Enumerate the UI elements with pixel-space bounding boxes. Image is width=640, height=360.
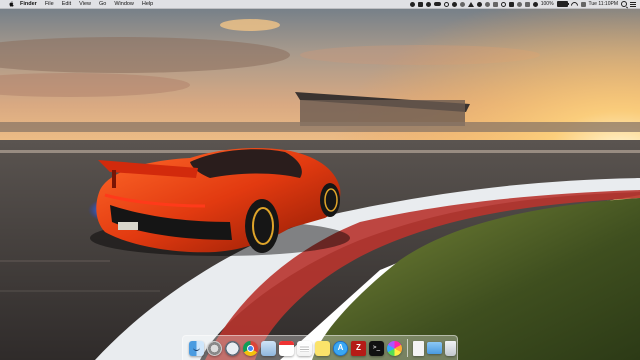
status-app-icon[interactable] [451, 1, 457, 7]
apple-menu-button[interactable] [6, 0, 16, 9]
chrome-icon[interactable] [243, 340, 258, 356]
dropbox-icon[interactable] [417, 1, 423, 7]
status-app-icon[interactable] [467, 1, 474, 7]
flag-icon[interactable] [580, 1, 586, 7]
app-menu-finder[interactable]: Finder [16, 0, 41, 9]
menu-go[interactable]: Go [95, 0, 110, 9]
status-app-icon[interactable] [459, 1, 465, 7]
battery-icon[interactable] [556, 1, 569, 7]
status-app-icon[interactable] [508, 1, 514, 7]
filezilla-glyph: Z [356, 343, 361, 352]
motion-streak [0, 260, 110, 262]
calendar-icon[interactable] [279, 340, 294, 356]
status-app-icon[interactable] [443, 1, 449, 7]
wifi-icon[interactable] [571, 2, 578, 7]
mail-icon[interactable] [261, 340, 276, 356]
volume-icon[interactable] [532, 1, 538, 7]
filezilla-icon[interactable]: Z [351, 340, 366, 356]
battery-percent[interactable]: 100% [541, 1, 554, 7]
photos-icon[interactable] [387, 340, 402, 356]
status-app-icon[interactable] [492, 1, 498, 7]
status-app-icon[interactable] [409, 1, 415, 7]
cloud-icon[interactable] [433, 2, 441, 6]
status-app-icon[interactable] [425, 1, 431, 7]
dock-separator [407, 339, 408, 357]
motion-streak [0, 290, 160, 292]
notification-center-icon[interactable] [630, 1, 636, 7]
menu-bar: Finder File Edit View Go Window Help 100… [0, 0, 640, 9]
menu-file[interactable]: File [41, 0, 58, 9]
menu-bar-status-area: 100% Tue 11:10PM [409, 0, 640, 8]
status-app-icon[interactable] [476, 1, 482, 7]
downloads-folder-icon[interactable] [427, 342, 442, 354]
menu-window[interactable]: Window [110, 0, 138, 9]
notes-icon[interactable] [297, 340, 312, 356]
finder-icon[interactable] [189, 340, 204, 356]
menu-view[interactable]: View [75, 0, 95, 9]
document-stack-icon[interactable] [413, 340, 424, 356]
terminal-icon[interactable]: >_ [369, 340, 384, 356]
menu-bar-clock[interactable]: Tue 11:10PM [589, 1, 618, 7]
status-app-icon[interactable] [484, 1, 490, 7]
desktop-wallpaper [0, 0, 640, 360]
safari-icon[interactable] [225, 340, 240, 356]
horizon-buildings [0, 122, 640, 132]
battery-level-fill [557, 2, 567, 6]
menu-help[interactable]: Help [138, 0, 157, 9]
status-app-icon[interactable] [500, 1, 506, 7]
car-wing-strut [112, 170, 116, 188]
app-store-icon[interactable]: A [333, 340, 348, 356]
wallpaper-scene [0, 0, 640, 360]
track-line [0, 150, 640, 153]
dock: A Z >_ [182, 335, 458, 360]
menu-edit[interactable]: Edit [58, 0, 75, 9]
car-license-plate [118, 222, 138, 230]
status-app-icon[interactable] [516, 1, 522, 7]
apple-logo-icon [9, 1, 14, 7]
spotlight-search-icon[interactable] [621, 1, 627, 7]
stickies-icon[interactable] [315, 340, 330, 356]
trash-icon[interactable] [445, 340, 456, 356]
status-app-icon[interactable] [524, 1, 530, 7]
app-store-glyph: A [337, 343, 344, 352]
menu-bar-left: Finder File Edit View Go Window Help [0, 0, 157, 8]
launchpad-icon[interactable] [207, 340, 222, 356]
terminal-glyph: >_ [372, 344, 381, 351]
